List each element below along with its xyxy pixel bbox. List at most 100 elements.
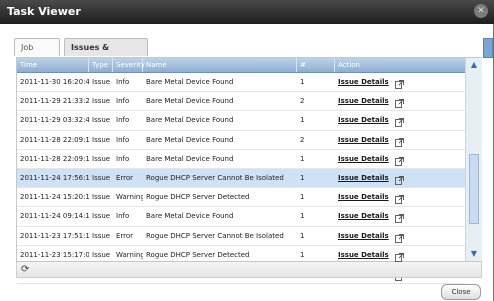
title-bar: Task Viewer ✕ xyxy=(0,0,494,24)
cell-type: Issue xyxy=(92,173,111,182)
external-link-icon[interactable] xyxy=(394,97,404,109)
cell-devices: 1 xyxy=(300,78,305,86)
window-title: Task Viewer xyxy=(7,5,81,18)
cell-time: 2011-11-30 16:20:42 xyxy=(20,78,89,86)
cell-devices: 1 xyxy=(300,154,305,163)
vertical-scrollbar[interactable]: ▲ ▼ xyxy=(465,58,482,261)
cell-type: Issue xyxy=(92,116,111,125)
cell-time: 2011-11-28 22:09:16 xyxy=(20,154,89,163)
cell-time: 2011-11-24 15:20:12 xyxy=(20,193,89,202)
cell-devices: 1 xyxy=(300,231,305,240)
issue-details-link[interactable]: Issue Details xyxy=(338,78,389,86)
cell-time: 2011-11-29 03:32:41 xyxy=(20,116,89,125)
cell-type: Issue xyxy=(92,97,111,106)
cell-severity: Error xyxy=(116,231,134,240)
cell-action: Issue Details xyxy=(335,131,455,150)
issue-details-link[interactable]: Issue Details xyxy=(338,251,389,259)
external-link-icon[interactable] xyxy=(394,232,404,243)
cell-action: Issue Details xyxy=(335,150,455,169)
cell-name: Bare Metal Device Found xyxy=(146,154,234,163)
chevron-up-icon[interactable]: ▲ xyxy=(467,58,481,72)
cell-type: Issue xyxy=(92,193,111,202)
column-header-severity[interactable]: Severity xyxy=(113,58,145,72)
cell-type: Issue xyxy=(92,212,111,221)
column-header-time[interactable]: Time xyxy=(17,58,89,72)
issue-details-link[interactable]: Issue Details xyxy=(338,193,389,201)
cell-name: Rogue DHCP Server Detected xyxy=(146,193,250,202)
refresh-icon[interactable]: ⟳ xyxy=(21,264,29,275)
issue-details-link[interactable]: Issue Details xyxy=(338,136,389,144)
scrollbar-thumb[interactable] xyxy=(469,154,479,224)
cell-name: Bare Metal Device Found xyxy=(146,135,234,144)
side-panel-handle[interactable] xyxy=(483,38,493,58)
table-row[interactable]: 2011-11-24 15:20:12 Issue Warning Rogue DHC… xyxy=(17,188,465,208)
external-link-icon[interactable] xyxy=(394,193,404,205)
cell-type: Issue xyxy=(92,135,111,144)
close-icon[interactable]: ✕ xyxy=(474,4,488,18)
table-row[interactable]: 2011-11-28 22:09:16 Issue Info Bare Metal D… xyxy=(17,150,465,169)
cell-action: Issue Details xyxy=(335,92,455,111)
issue-details-link[interactable]: Issue Details xyxy=(338,155,389,163)
cell-name: Bare Metal Device Found xyxy=(146,212,234,221)
cell-severity: Error xyxy=(116,173,134,182)
table-row[interactable]: 2011-11-29 03:32:41 Issue Info Bare Metal D… xyxy=(17,111,465,131)
issues-grid: Time Type Severity Name # Devices Action… xyxy=(16,57,482,285)
external-link-icon[interactable] xyxy=(394,116,404,128)
external-link-icon[interactable] xyxy=(394,136,404,147)
cell-devices: 2 xyxy=(300,135,305,144)
cell-action: Issue Details xyxy=(335,227,455,246)
cell-time: 2011-11-29 21:33:22 xyxy=(20,97,89,106)
cell-action: Issue Details xyxy=(335,73,455,92)
cell-type: Issue xyxy=(92,78,111,86)
table-row[interactable]: 2011-11-29 21:33:22 Issue Info Bare Metal D… xyxy=(17,92,465,112)
cell-severity: Info xyxy=(116,135,130,144)
issue-details-link[interactable]: Issue Details xyxy=(338,116,389,124)
cell-action: Issue Details xyxy=(335,111,455,130)
cell-action: Issue Details xyxy=(335,207,455,226)
cell-time: 2011-11-24 17:56:11 xyxy=(20,173,89,182)
cell-name: Rogue DHCP Server Cannot Be Isolated xyxy=(146,173,284,182)
issue-details-link[interactable]: Issue Details xyxy=(338,97,389,105)
table-row[interactable]: 2011-11-24 17:56:11 Issue Error Rogue DHCP … xyxy=(17,168,465,189)
issue-details-link[interactable]: Issue Details xyxy=(338,174,389,182)
external-link-icon[interactable] xyxy=(394,251,404,262)
cell-severity: Info xyxy=(116,154,130,163)
table-row[interactable]: 2011-11-30 16:20:42 Issue Info Bare Metal D… xyxy=(17,73,465,93)
external-link-icon[interactable] xyxy=(394,174,404,185)
cell-severity: Warning xyxy=(116,193,143,202)
table-row[interactable]: 2011-11-23 17:51:11 Issue Error Rogue DHCP … xyxy=(17,227,465,246)
grid-header: Time Type Severity Name # Devices Action xyxy=(17,58,465,83)
table-row[interactable]: 2011-11-28 22:09:16 Issue Info Bare Metal D… xyxy=(17,131,465,150)
column-header-name[interactable]: Name xyxy=(143,58,297,72)
cell-devices: 1 xyxy=(300,173,305,182)
issue-details-link[interactable]: Issue Details xyxy=(338,232,389,240)
cell-type: Issue xyxy=(92,154,111,163)
cell-time: 2011-11-28 22:09:16 xyxy=(20,135,89,144)
cell-devices: 2 xyxy=(300,97,305,106)
cell-severity: Info xyxy=(116,78,130,86)
grid-toolbar: ⟳ xyxy=(16,262,482,278)
column-header-type[interactable]: Type xyxy=(89,58,113,72)
tab-issues-approvals[interactable]: Issues & Approvals xyxy=(64,38,148,70)
chevron-down-icon[interactable]: ▼ xyxy=(467,247,481,261)
issue-details-link[interactable]: Issue Details xyxy=(338,212,389,220)
cell-devices: 1 xyxy=(300,212,305,221)
cell-name: Bare Metal Device Found xyxy=(146,78,234,86)
task-viewer-window: Task Viewer ✕ Job History Issues & Appro… xyxy=(0,0,494,301)
cell-severity: Info xyxy=(116,116,130,125)
grid-rows: 2011-11-30 16:20:42 Issue Info Bare Metal D… xyxy=(17,73,465,285)
cell-name: Rogue DHCP Server Cannot Be Isolated xyxy=(146,231,284,240)
cell-name: Bare Metal Device Found xyxy=(146,116,234,125)
external-link-icon[interactable] xyxy=(394,212,404,224)
column-header-devices[interactable]: # Devices xyxy=(297,58,335,83)
column-header-action[interactable]: Action xyxy=(335,58,465,72)
cell-time: 2011-11-24 09:14:12 xyxy=(20,212,89,221)
tab-job-history[interactable]: Job History xyxy=(14,38,60,70)
table-row[interactable]: 2011-11-24 09:14:12 Issue Info Bare Metal D… xyxy=(17,207,465,227)
external-link-icon[interactable] xyxy=(394,155,404,166)
cell-devices: 1 xyxy=(300,116,305,125)
close-button[interactable]: Close xyxy=(441,284,481,300)
cell-name: Bare Metal Device Found xyxy=(146,97,234,106)
cell-severity: Info xyxy=(116,97,130,106)
external-link-icon[interactable] xyxy=(394,78,404,89)
